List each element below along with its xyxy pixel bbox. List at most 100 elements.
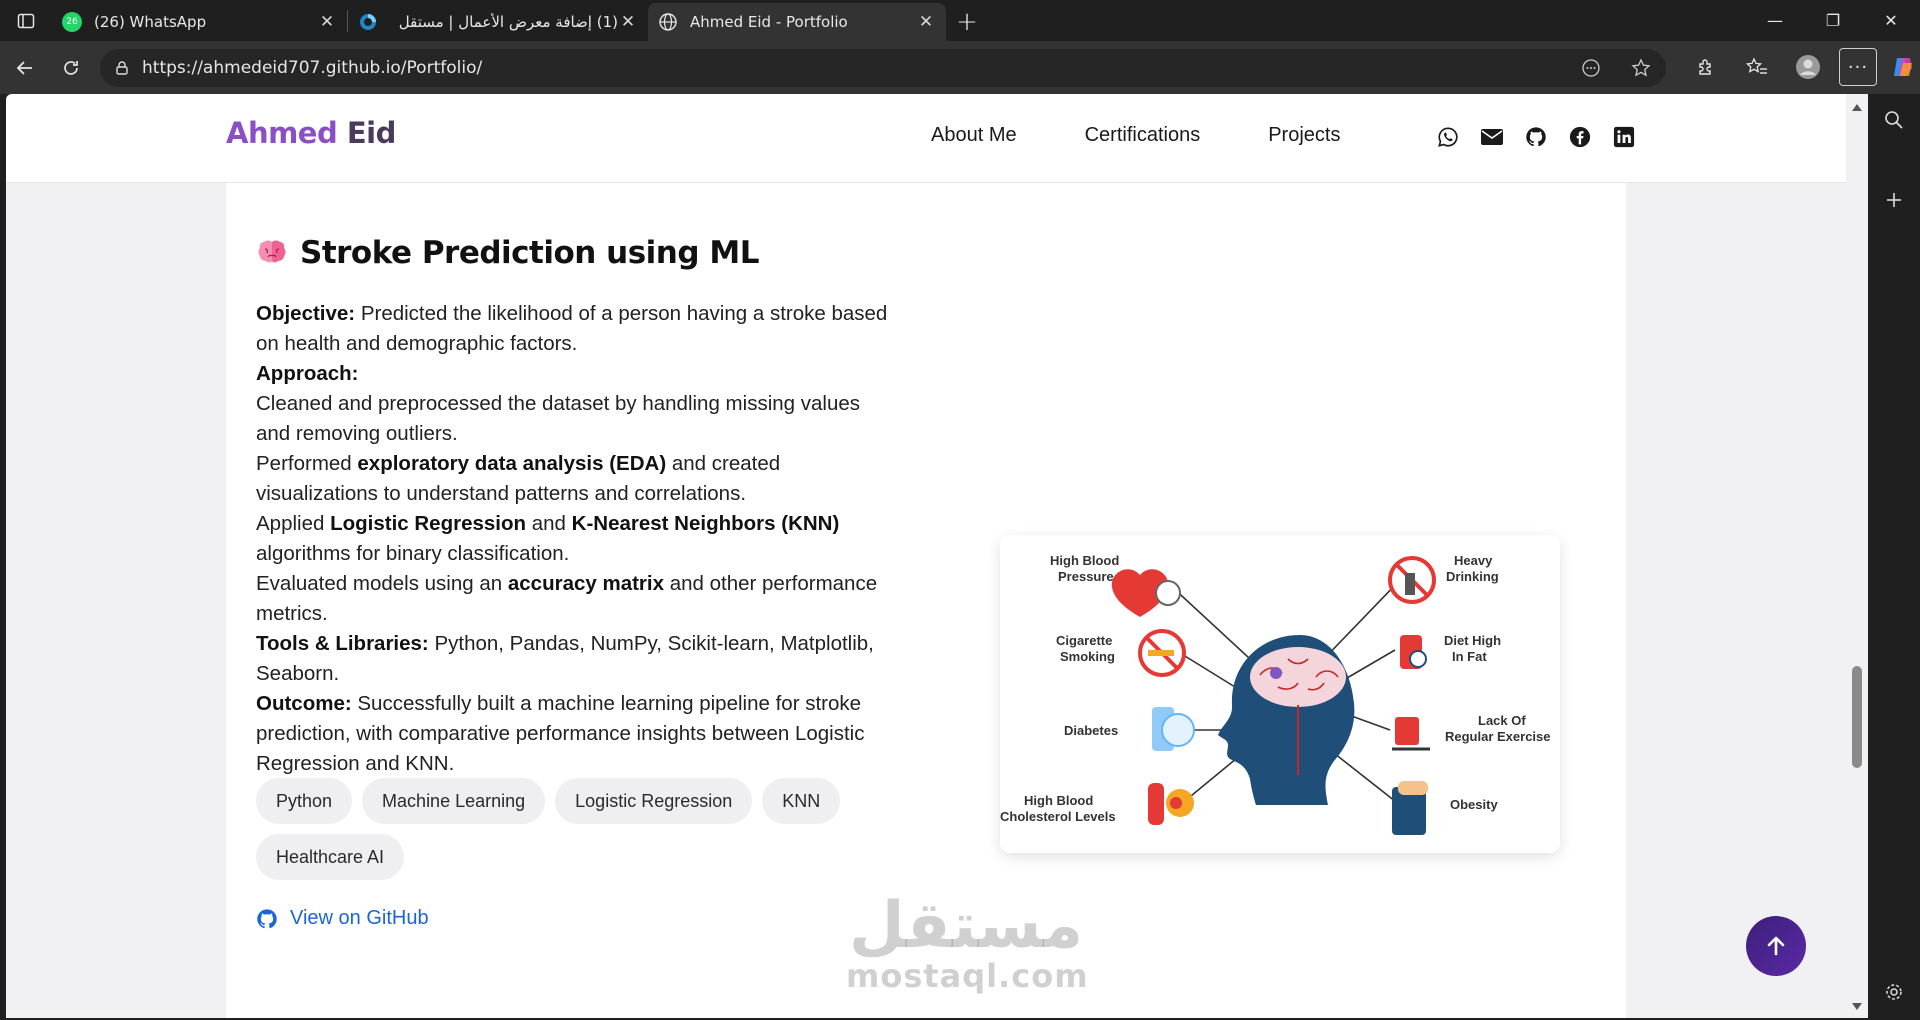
approach-text: Applied [256, 512, 331, 535]
label-lack-exercise: Regular Exercise [1445, 729, 1551, 744]
approach-step: Evaluated models using an accuracy matri… [256, 569, 896, 629]
approach-step: Cleaned and preprocessed the dataset by … [256, 392, 860, 445]
toolbar-right: ··· [1680, 47, 1920, 87]
tab-strip: 26 (26) WhatsApp ✕ (1) إضافة معرض الأعما… [0, 0, 1920, 41]
tab-actions-icon [17, 13, 35, 28]
close-tab-icon[interactable]: ✕ [916, 12, 936, 32]
label-cholesterol: Cholesterol Levels [1000, 809, 1116, 824]
favorites-list-icon [1745, 57, 1767, 74]
more-dots-icon: ··· [1847, 56, 1869, 78]
site-navbar: Ahmed Eid About Me Certifications Projec… [6, 94, 1846, 183]
whatsapp-icon: 26 [62, 12, 82, 32]
tab-title: (26) WhatsApp [94, 13, 207, 31]
label-diabetes: Diabetes [1064, 723, 1118, 738]
approach-text: Evaluated models using an [256, 572, 508, 595]
label-heavy-drinking: Heavy [1454, 553, 1493, 568]
linkedin-icon[interactable] [1602, 124, 1646, 150]
approach-emphasis: accuracy matrix [507, 572, 664, 595]
restore-icon[interactable]: ❐ [1804, 0, 1862, 41]
refresh-icon [64, 60, 78, 75]
envelope-icon[interactable] [1470, 124, 1514, 150]
add-sidebar-app-icon[interactable] [1882, 188, 1906, 212]
scroll-down-arrow[interactable] [1852, 1003, 1862, 1010]
tools-line: Tools & Libraries: Python, Pandas, NumPy… [256, 629, 896, 689]
approach-text: Performed [256, 452, 358, 475]
label-cigarette-smoking: Cigarette [1056, 633, 1112, 648]
tab-portfolio[interactable]: Ahmed Eid - Portfolio ✕ [648, 3, 946, 41]
edge-sidebar [1868, 94, 1920, 1020]
close-tab-icon[interactable]: ✕ [618, 12, 638, 32]
label-cholesterol: High Blood [1024, 793, 1093, 808]
tab-actions-button[interactable] [0, 0, 52, 41]
window-controls: — ❐ ✕ [1746, 0, 1920, 41]
nav-projects[interactable]: Projects [1268, 124, 1340, 147]
nav-certifications[interactable]: Certifications [1085, 124, 1201, 147]
nav-about-me[interactable]: About Me [931, 124, 1017, 147]
settings-more-button[interactable]: ··· [1839, 48, 1877, 86]
project-description: Objective: Predicted the likelihood of a… [256, 299, 896, 779]
site-logo[interactable]: Ahmed Eid [226, 116, 396, 150]
github-icon[interactable] [1514, 124, 1558, 150]
tag-machine-learning: Machine Learning [362, 778, 546, 824]
mostaql-icon [358, 12, 378, 32]
favorites-button[interactable] [1731, 47, 1782, 87]
refresh-button[interactable] [48, 48, 94, 88]
github-icon [257, 908, 277, 928]
brain-icon [258, 240, 286, 263]
project-heading: Stroke Prediction using ML [256, 235, 759, 271]
tab-mostaql[interactable]: (1) إضافة معرض الأعمال | مستقل ✕ [348, 3, 648, 41]
avatar-icon [1795, 55, 1820, 79]
close-window-icon[interactable]: ✕ [1862, 0, 1920, 41]
copilot-button[interactable] [1877, 47, 1920, 87]
approach-text: and [526, 512, 572, 535]
arrow-left-icon [16, 60, 32, 75]
brand-first-name: Ahmed [226, 116, 338, 150]
whatsapp-icon[interactable] [1426, 124, 1470, 150]
objective-label: Objective: [256, 302, 356, 325]
close-tab-icon[interactable]: ✕ [317, 12, 337, 32]
scroll-up-arrow[interactable] [1852, 104, 1862, 111]
extensions-button[interactable] [1680, 47, 1731, 87]
back-button[interactable] [2, 48, 48, 88]
tab-title: (1) إضافة معرض الأعمال | مستقل [398, 13, 618, 31]
search-icon[interactable] [1882, 108, 1906, 132]
tab-whatsapp[interactable]: 26 (26) WhatsApp ✕ [52, 3, 347, 41]
stroke-risk-factors-image: High Blood Pressure Cigarette Smoking Di… [1000, 535, 1560, 853]
address-bar[interactable]: https://ahmedeid707.github.io/Portfolio/ [100, 49, 1666, 87]
facebook-icon[interactable] [1558, 124, 1602, 150]
watermark-latin: mostaql.com [846, 957, 1089, 995]
page-scrollbar[interactable] [1846, 94, 1868, 1018]
reader-options-icon[interactable] [1566, 58, 1616, 78]
social-links [1426, 124, 1646, 150]
tools-label: Tools & Libraries: [256, 632, 429, 655]
objective-line: Objective: Predicted the likelihood of a… [256, 299, 896, 359]
approach-heading: Approach: [256, 359, 896, 389]
label-lack-exercise: Lack Of [1478, 713, 1526, 728]
scroll-to-top-button[interactable] [1746, 916, 1806, 976]
github-link-label: View on GitHub [290, 907, 429, 929]
tag-logistic-regression: Logistic Regression [555, 778, 753, 824]
approach-emphasis: Logistic Regression [330, 512, 527, 535]
puzzle-icon [1698, 59, 1711, 75]
outcome-line: Outcome: Successfully built a machine le… [256, 689, 896, 779]
view-on-github-link[interactable]: View on GitHub [256, 907, 429, 930]
gear-icon[interactable] [1882, 980, 1906, 1004]
label-high-blood-pressure: Pressure [1058, 569, 1114, 584]
stroke-risk-illustration: High Blood Pressure Cigarette Smoking Di… [1000, 553, 1551, 835]
globe-icon [658, 12, 678, 32]
approach-step: Applied Logistic Regression and K-Neares… [256, 509, 896, 569]
approach-step: Performed exploratory data analysis (EDA… [256, 449, 896, 509]
tech-tags: Python Machine Learning Logistic Regress… [256, 778, 906, 890]
new-tab-button[interactable]: + [946, 3, 988, 41]
minimize-icon[interactable]: — [1746, 0, 1804, 41]
label-high-blood-pressure: High Blood [1050, 553, 1119, 568]
copilot-icon [1893, 58, 1912, 76]
project-title: Stroke Prediction using ML [300, 235, 759, 271]
approach-text: algorithms for binary classification. [256, 542, 570, 565]
profile-button[interactable] [1782, 47, 1833, 87]
scroll-thumb[interactable] [1852, 666, 1862, 768]
browser-toolbar: https://ahmedeid707.github.io/Portfolio/… [0, 41, 1920, 94]
site-info-icon[interactable] [102, 60, 142, 76]
favorite-star-icon[interactable] [1616, 58, 1666, 78]
outcome-label: Outcome: [256, 692, 352, 715]
